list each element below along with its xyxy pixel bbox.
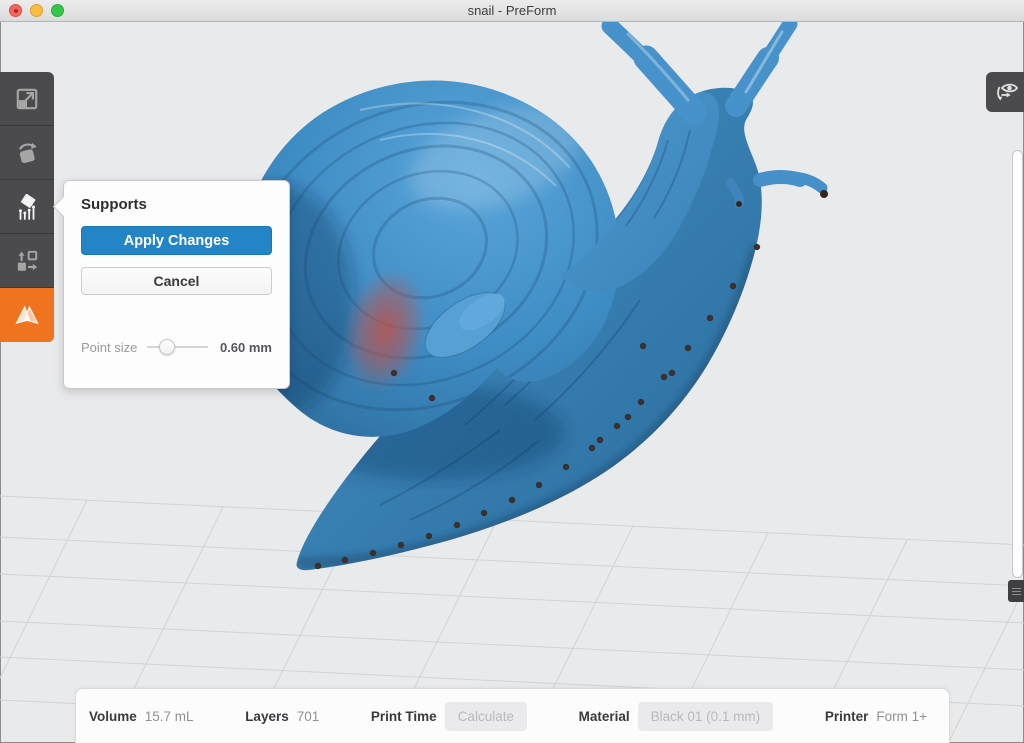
scale-tool-button[interactable] [0,72,54,126]
eye-rotate-icon [992,79,1019,106]
material-stat: Material Black 01 (0.1 mm) [579,702,774,731]
titlebar: snail - PreForm [0,0,1024,22]
material-button[interactable]: Black 01 (0.1 mm) [638,702,774,731]
formlabs-butterfly-icon [13,301,41,329]
calculate-button[interactable]: Calculate [445,702,527,731]
point-size-label: Point size [81,340,137,355]
status-bar: Volume 15.7 mL Layers 701 Print Time Cal… [75,688,950,743]
orient-tool-button[interactable] [0,126,54,180]
printer-label: Printer [825,709,869,724]
point-size-track[interactable] [147,346,208,348]
volume-value: 15.7 mL [145,709,194,724]
layer-slider-track[interactable] [1012,150,1023,578]
layout-tool-button[interactable] [0,234,54,288]
layout-icon [14,248,40,274]
volume-label: Volume [89,709,137,724]
point-size-value: 0.60 mm [220,340,272,355]
point-size-slider[interactable] [147,339,208,355]
point-size-row: Point size 0.60 mm [81,339,272,355]
view-rotate-button[interactable] [986,72,1024,112]
material-label: Material [579,709,630,724]
print-time-label: Print Time [371,709,437,724]
layers-label: Layers [245,709,289,724]
cancel-button[interactable]: Cancel [81,267,272,295]
window-title: snail - PreForm [0,3,1024,18]
supports-tool-button[interactable] [0,180,54,234]
supports-panel: Supports Apply Changes Cancel Point size… [63,180,290,389]
supports-icon [14,194,40,220]
scale-icon [14,86,40,112]
print-time-stat: Print Time Calculate [371,702,527,731]
preform-window: snail - PreForm [0,0,1024,743]
apply-changes-button[interactable]: Apply Changes [81,226,272,255]
orient-rotate-icon [14,140,40,166]
supports-panel-title: Supports [81,196,272,213]
minimize-button[interactable] [30,4,43,17]
layer-slider-handle[interactable] [1008,580,1024,602]
toolbar [0,72,54,342]
layers-stat: Layers 701 [245,709,319,724]
zoom-button[interactable] [51,4,64,17]
snail-3d-model [197,24,828,570]
print-tool-button[interactable] [0,288,54,342]
point-size-thumb[interactable] [159,339,175,355]
printer-stat: Printer Form 1+ [825,709,927,724]
close-button[interactable] [9,4,22,17]
printer-value: Form 1+ [876,709,927,724]
volume-stat: Volume 15.7 mL [89,709,194,724]
layers-value: 701 [297,709,320,724]
